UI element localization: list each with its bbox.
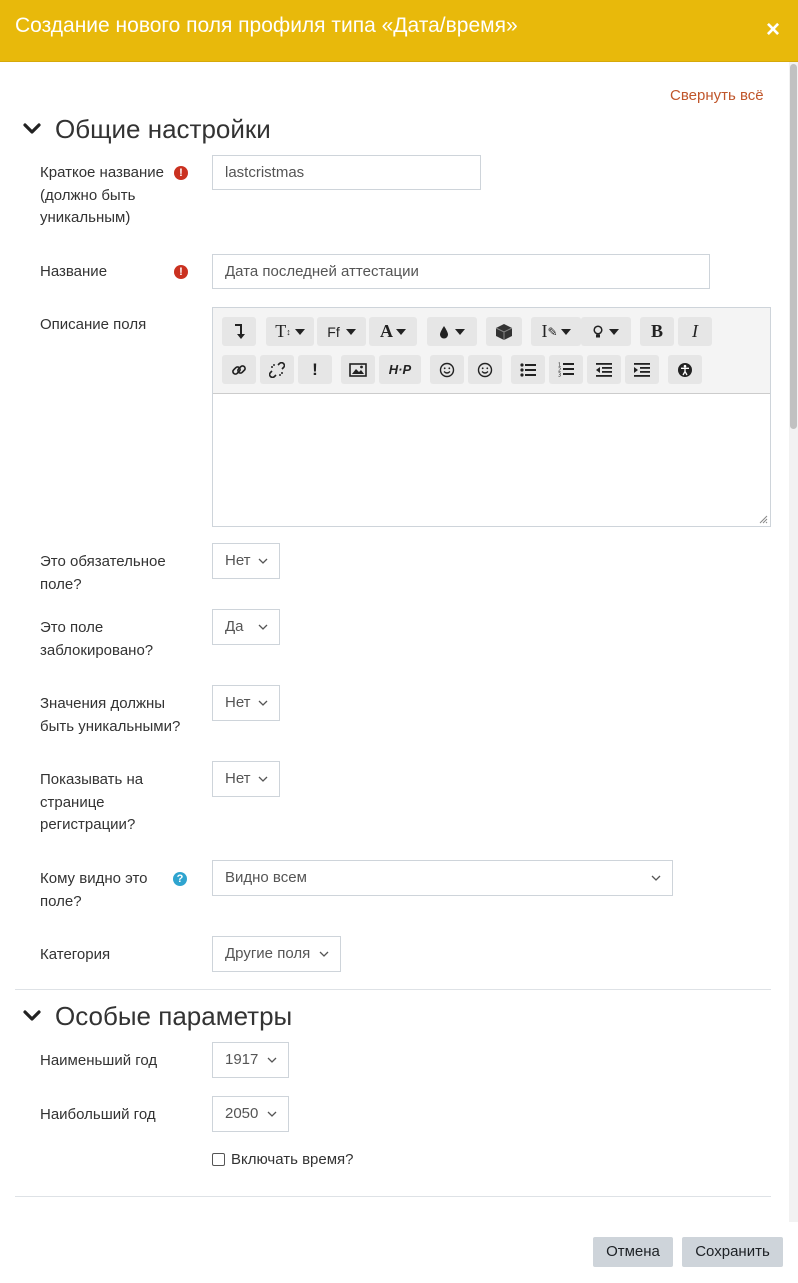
chevron-down-icon	[23, 123, 41, 134]
text-size-icon[interactable]: T ↕	[266, 317, 314, 346]
section-title: Особые параметры	[55, 1000, 293, 1031]
background-color-icon[interactable]	[427, 317, 477, 346]
name-input[interactable]: Дата последней аттестации	[212, 254, 710, 289]
endyear-select[interactable]: 2050	[212, 1096, 289, 1132]
locked-select-value: Да	[225, 618, 244, 635]
emoji-icon[interactable]	[430, 355, 464, 384]
close-icon[interactable]: ×	[766, 18, 780, 42]
startyear-select-value: 1917	[225, 1051, 259, 1068]
scrollbar-thumb[interactable]	[790, 64, 797, 429]
exclamation-icon[interactable]: !	[298, 355, 332, 384]
section-general-header[interactable]: Общие настройки	[22, 111, 271, 147]
modal-title: Создание нового поля профиля типа «Дата/…	[15, 14, 518, 37]
signup-select-value: Нет	[225, 770, 251, 787]
accessibility-icon[interactable]	[668, 355, 702, 384]
font-family-icon[interactable]: Ff	[317, 317, 366, 346]
required-select-value: Нет	[225, 552, 251, 569]
link-icon[interactable]	[222, 355, 256, 384]
question-icon[interactable]: ?	[173, 872, 187, 886]
chevron-down-icon	[267, 1111, 277, 1117]
h5p-icon[interactable]: H·P	[379, 355, 421, 384]
clear-format-icon[interactable]: I ✎	[531, 317, 581, 346]
category-select[interactable]: Другие поля	[212, 936, 341, 972]
svg-text:3: 3	[558, 373, 561, 378]
lightbulb-icon[interactable]	[581, 317, 631, 346]
shortname-input[interactable]: lastcristmas	[212, 155, 481, 190]
unordered-list-icon[interactable]	[511, 355, 545, 384]
unique-select[interactable]: Нет	[212, 685, 280, 721]
startyear-label: Наименьший год	[40, 1052, 158, 1069]
description-editor: T ↕ Ff A I ✎ B I ! H·P 1 2 3	[212, 307, 771, 527]
editor-toolbar: T ↕ Ff A I ✎ B I ! H·P 1 2 3	[213, 308, 770, 394]
shortname-label: Краткое название (должно быть уникальным…	[40, 164, 165, 226]
modal-header: Создание нового поля профиля типа «Дата/…	[0, 0, 798, 62]
chevron-down-icon	[267, 1057, 277, 1063]
visible-select-value: Видно всем	[225, 869, 307, 886]
name-label: Название	[40, 263, 108, 280]
chevron-down-icon	[651, 875, 661, 881]
required-label: Это обязательное поле?	[40, 553, 166, 593]
includetime-checkbox[interactable]	[212, 1153, 225, 1166]
chevron-down-icon	[258, 776, 268, 782]
image-icon[interactable]	[341, 355, 375, 384]
section-divider	[15, 989, 771, 990]
chevron-down-icon	[258, 558, 268, 564]
unique-select-value: Нет	[225, 694, 251, 711]
endyear-select-value: 2050	[225, 1105, 259, 1122]
italic-icon[interactable]: I	[678, 317, 712, 346]
font-family-label: Ff	[327, 323, 340, 340]
includetime-label: Включать время?	[231, 1151, 354, 1168]
unlink-icon[interactable]	[260, 355, 294, 384]
locked-select[interactable]: Да	[212, 609, 280, 645]
scrollbar[interactable]	[789, 62, 798, 1222]
box-icon[interactable]	[486, 317, 522, 346]
description-label: Описание поля	[40, 316, 147, 333]
signup-label: Показывать на странице регистрации?	[40, 771, 144, 833]
indent-icon[interactable]	[625, 355, 659, 384]
category-label: Категория	[40, 946, 111, 963]
chevron-down-icon	[319, 951, 329, 957]
save-button[interactable]: Сохранить	[682, 1237, 783, 1267]
exclamation-icon: !	[174, 166, 188, 180]
section-title: Общие настройки	[55, 113, 271, 144]
startyear-select[interactable]: 1917	[212, 1042, 289, 1078]
exclamation-icon: !	[174, 265, 188, 279]
required-select[interactable]: Нет	[212, 543, 280, 579]
chevron-down-icon	[258, 700, 268, 706]
collapse-all-link[interactable]: Свернуть всё	[670, 87, 764, 104]
endyear-label: Наибольший год	[40, 1106, 156, 1123]
section-divider	[15, 1196, 771, 1197]
chevron-down-icon	[23, 1010, 41, 1021]
resize-handle-icon[interactable]	[758, 514, 768, 524]
category-select-value: Другие поля	[225, 945, 311, 962]
cancel-button[interactable]: Отмена	[593, 1237, 673, 1267]
emoticon-icon[interactable]	[468, 355, 502, 384]
section-specific-header[interactable]: Особые параметры	[22, 998, 292, 1034]
unique-label: Значения должны быть уникальными?	[40, 695, 181, 735]
signup-select[interactable]: Нет	[212, 761, 280, 797]
chevron-down-icon	[258, 624, 268, 630]
bold-icon[interactable]: B	[640, 317, 674, 346]
font-color-icon[interactable]: A	[369, 317, 417, 346]
collapse-icon[interactable]	[222, 317, 256, 346]
outdent-icon[interactable]	[587, 355, 621, 384]
ordered-list-icon[interactable]: 123	[549, 355, 583, 384]
description-textarea[interactable]	[213, 395, 770, 526]
visible-label: Кому видно это поле?	[40, 870, 148, 910]
visible-select[interactable]: Видно всем	[212, 860, 673, 896]
includetime-row[interactable]: Включать время?	[212, 1151, 354, 1168]
locked-label: Это поле заблокировано?	[40, 619, 154, 659]
